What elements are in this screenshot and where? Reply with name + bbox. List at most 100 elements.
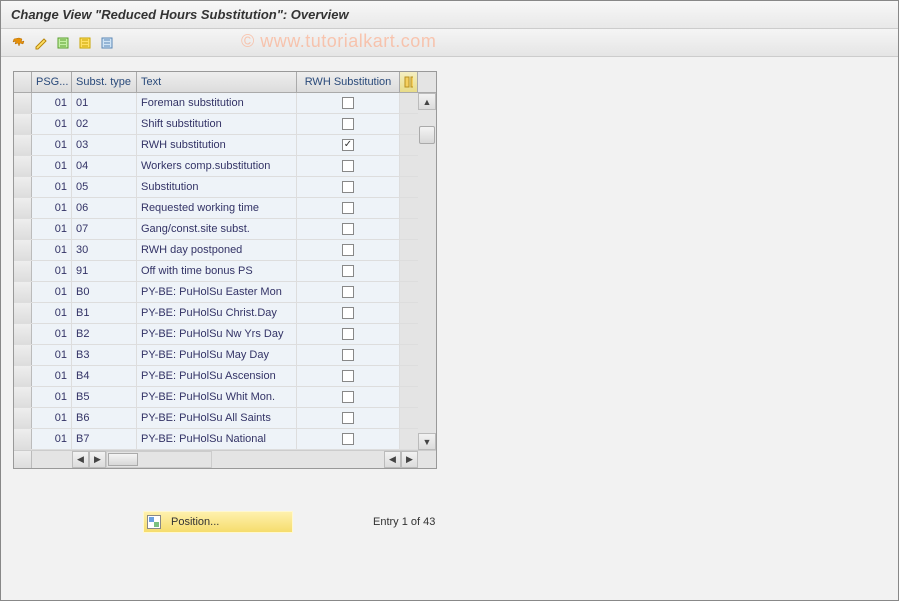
col-rwh-substitution[interactable]: RWH Substitution [297, 72, 400, 92]
cell-rwh [297, 324, 400, 344]
cell-rwh [297, 177, 400, 197]
table-row[interactable]: 0102Shift substitution [14, 114, 436, 135]
row-selector[interactable] [14, 240, 32, 260]
table-row[interactable]: 0104Workers comp.substitution [14, 156, 436, 177]
row-selector[interactable] [14, 135, 32, 155]
row-selector[interactable] [14, 177, 32, 197]
table-row[interactable]: 0107Gang/const.site subst. [14, 219, 436, 240]
rwh-checkbox[interactable] [342, 139, 354, 151]
table-row[interactable]: 0101Foreman substitution [14, 93, 436, 114]
rwh-checkbox[interactable] [342, 391, 354, 403]
rwh-checkbox[interactable] [342, 223, 354, 235]
row-selector[interactable] [14, 366, 32, 386]
toolbar: © www.tutorialkart.com [1, 29, 898, 57]
position-button[interactable]: Position... [143, 511, 293, 533]
rwh-checkbox[interactable] [342, 307, 354, 319]
vertical-scrollbar[interactable]: ▲ ▼ [418, 93, 436, 450]
row-selector[interactable] [14, 324, 32, 344]
row-selector[interactable] [14, 303, 32, 323]
cell-subst-type: 30 [72, 240, 137, 260]
cell-subst-type: 06 [72, 198, 137, 218]
cell-psg: 01 [32, 93, 72, 113]
table-row[interactable]: 0191Off with time bonus PS [14, 261, 436, 282]
grid-body: 0101Foreman substitution0102Shift substi… [14, 93, 436, 450]
cell-subst-type: 05 [72, 177, 137, 197]
scroll-track[interactable] [418, 110, 436, 433]
table-row[interactable]: 01B1PY-BE: PuHolSu Christ.Day [14, 303, 436, 324]
col-text[interactable]: Text [137, 72, 297, 92]
table-row[interactable]: 01B0PY-BE: PuHolSu Easter Mon [14, 282, 436, 303]
cell-rwh [297, 387, 400, 407]
rwh-checkbox[interactable] [342, 433, 354, 445]
row-selector[interactable] [14, 429, 32, 449]
select-all-button[interactable] [53, 33, 73, 53]
table-row[interactable]: 01B6PY-BE: PuHolSu All Saints [14, 408, 436, 429]
scroll-up-button[interactable]: ▲ [418, 93, 436, 110]
rwh-checkbox[interactable] [342, 97, 354, 109]
row-selector[interactable] [14, 282, 32, 302]
cell-psg: 01 [32, 240, 72, 260]
cell-text: PY-BE: PuHolSu Christ.Day [137, 303, 297, 323]
table-row[interactable]: 01B4PY-BE: PuHolSu Ascension [14, 366, 436, 387]
deselect-all-button[interactable] [75, 33, 95, 53]
cell-subst-type: 01 [72, 93, 137, 113]
scroll-down-button[interactable]: ▼ [418, 433, 436, 450]
col-subst-type[interactable]: Subst. type [72, 72, 137, 92]
rwh-checkbox[interactable] [342, 412, 354, 424]
rwh-checkbox[interactable] [342, 349, 354, 361]
cell-text: PY-BE: PuHolSu Easter Mon [137, 282, 297, 302]
row-selector[interactable] [14, 93, 32, 113]
table-row[interactable]: 01B3PY-BE: PuHolSu May Day [14, 345, 436, 366]
cell-subst-type: B0 [72, 282, 137, 302]
scroll-thumb[interactable] [419, 126, 435, 144]
rwh-checkbox[interactable] [342, 118, 354, 130]
col-psg[interactable]: PSG... [32, 72, 72, 92]
rwh-checkbox[interactable] [342, 244, 354, 256]
cell-subst-type: B2 [72, 324, 137, 344]
table-row[interactable]: 0103RWH substitution [14, 135, 436, 156]
cell-rwh [297, 303, 400, 323]
row-selector[interactable] [14, 219, 32, 239]
hs-track-1[interactable] [106, 451, 212, 468]
table-row[interactable]: 01B5PY-BE: PuHolSu Whit Mon. [14, 387, 436, 408]
table-row[interactable]: 0106Requested working time [14, 198, 436, 219]
cell-rwh [297, 282, 400, 302]
row-selector[interactable] [14, 198, 32, 218]
configure-columns-button[interactable] [400, 72, 418, 92]
cell-rwh [297, 135, 400, 155]
table-row[interactable]: 01B7PY-BE: PuHolSu National [14, 429, 436, 450]
table-row[interactable]: 01B2PY-BE: PuHolSu Nw Yrs Day [14, 324, 436, 345]
cell-subst-type: B3 [72, 345, 137, 365]
cell-psg: 01 [32, 303, 72, 323]
rwh-checkbox[interactable] [342, 286, 354, 298]
row-selector[interactable] [14, 156, 32, 176]
hs-right-1[interactable]: ▶ [89, 451, 106, 468]
cell-subst-type: 04 [72, 156, 137, 176]
hs-thumb-1[interactable] [108, 453, 138, 466]
change-button[interactable] [31, 33, 51, 53]
cell-text: Gang/const.site subst. [137, 219, 297, 239]
hs-right-2[interactable]: ▶ [401, 451, 418, 468]
rwh-checkbox[interactable] [342, 181, 354, 193]
table-row[interactable]: 0130RWH day postponed [14, 240, 436, 261]
table-settings-button[interactable] [97, 33, 117, 53]
row-selector[interactable] [14, 345, 32, 365]
table-row[interactable]: 0105Substitution [14, 177, 436, 198]
row-selector[interactable] [14, 114, 32, 134]
cell-rwh [297, 345, 400, 365]
rwh-checkbox[interactable] [342, 160, 354, 172]
hs-left-2[interactable]: ◀ [384, 451, 401, 468]
rwh-checkbox[interactable] [342, 265, 354, 277]
cell-text: PY-BE: PuHolSu Nw Yrs Day [137, 324, 297, 344]
row-selector[interactable] [14, 261, 32, 281]
row-selector-header[interactable] [14, 72, 32, 92]
toggle-display-change-button[interactable] [9, 33, 29, 53]
row-selector[interactable] [14, 387, 32, 407]
cell-text: PY-BE: PuHolSu Ascension [137, 366, 297, 386]
rwh-checkbox[interactable] [342, 370, 354, 382]
cell-psg: 01 [32, 324, 72, 344]
rwh-checkbox[interactable] [342, 202, 354, 214]
rwh-checkbox[interactable] [342, 328, 354, 340]
row-selector[interactable] [14, 408, 32, 428]
hs-left-1[interactable]: ◀ [72, 451, 89, 468]
